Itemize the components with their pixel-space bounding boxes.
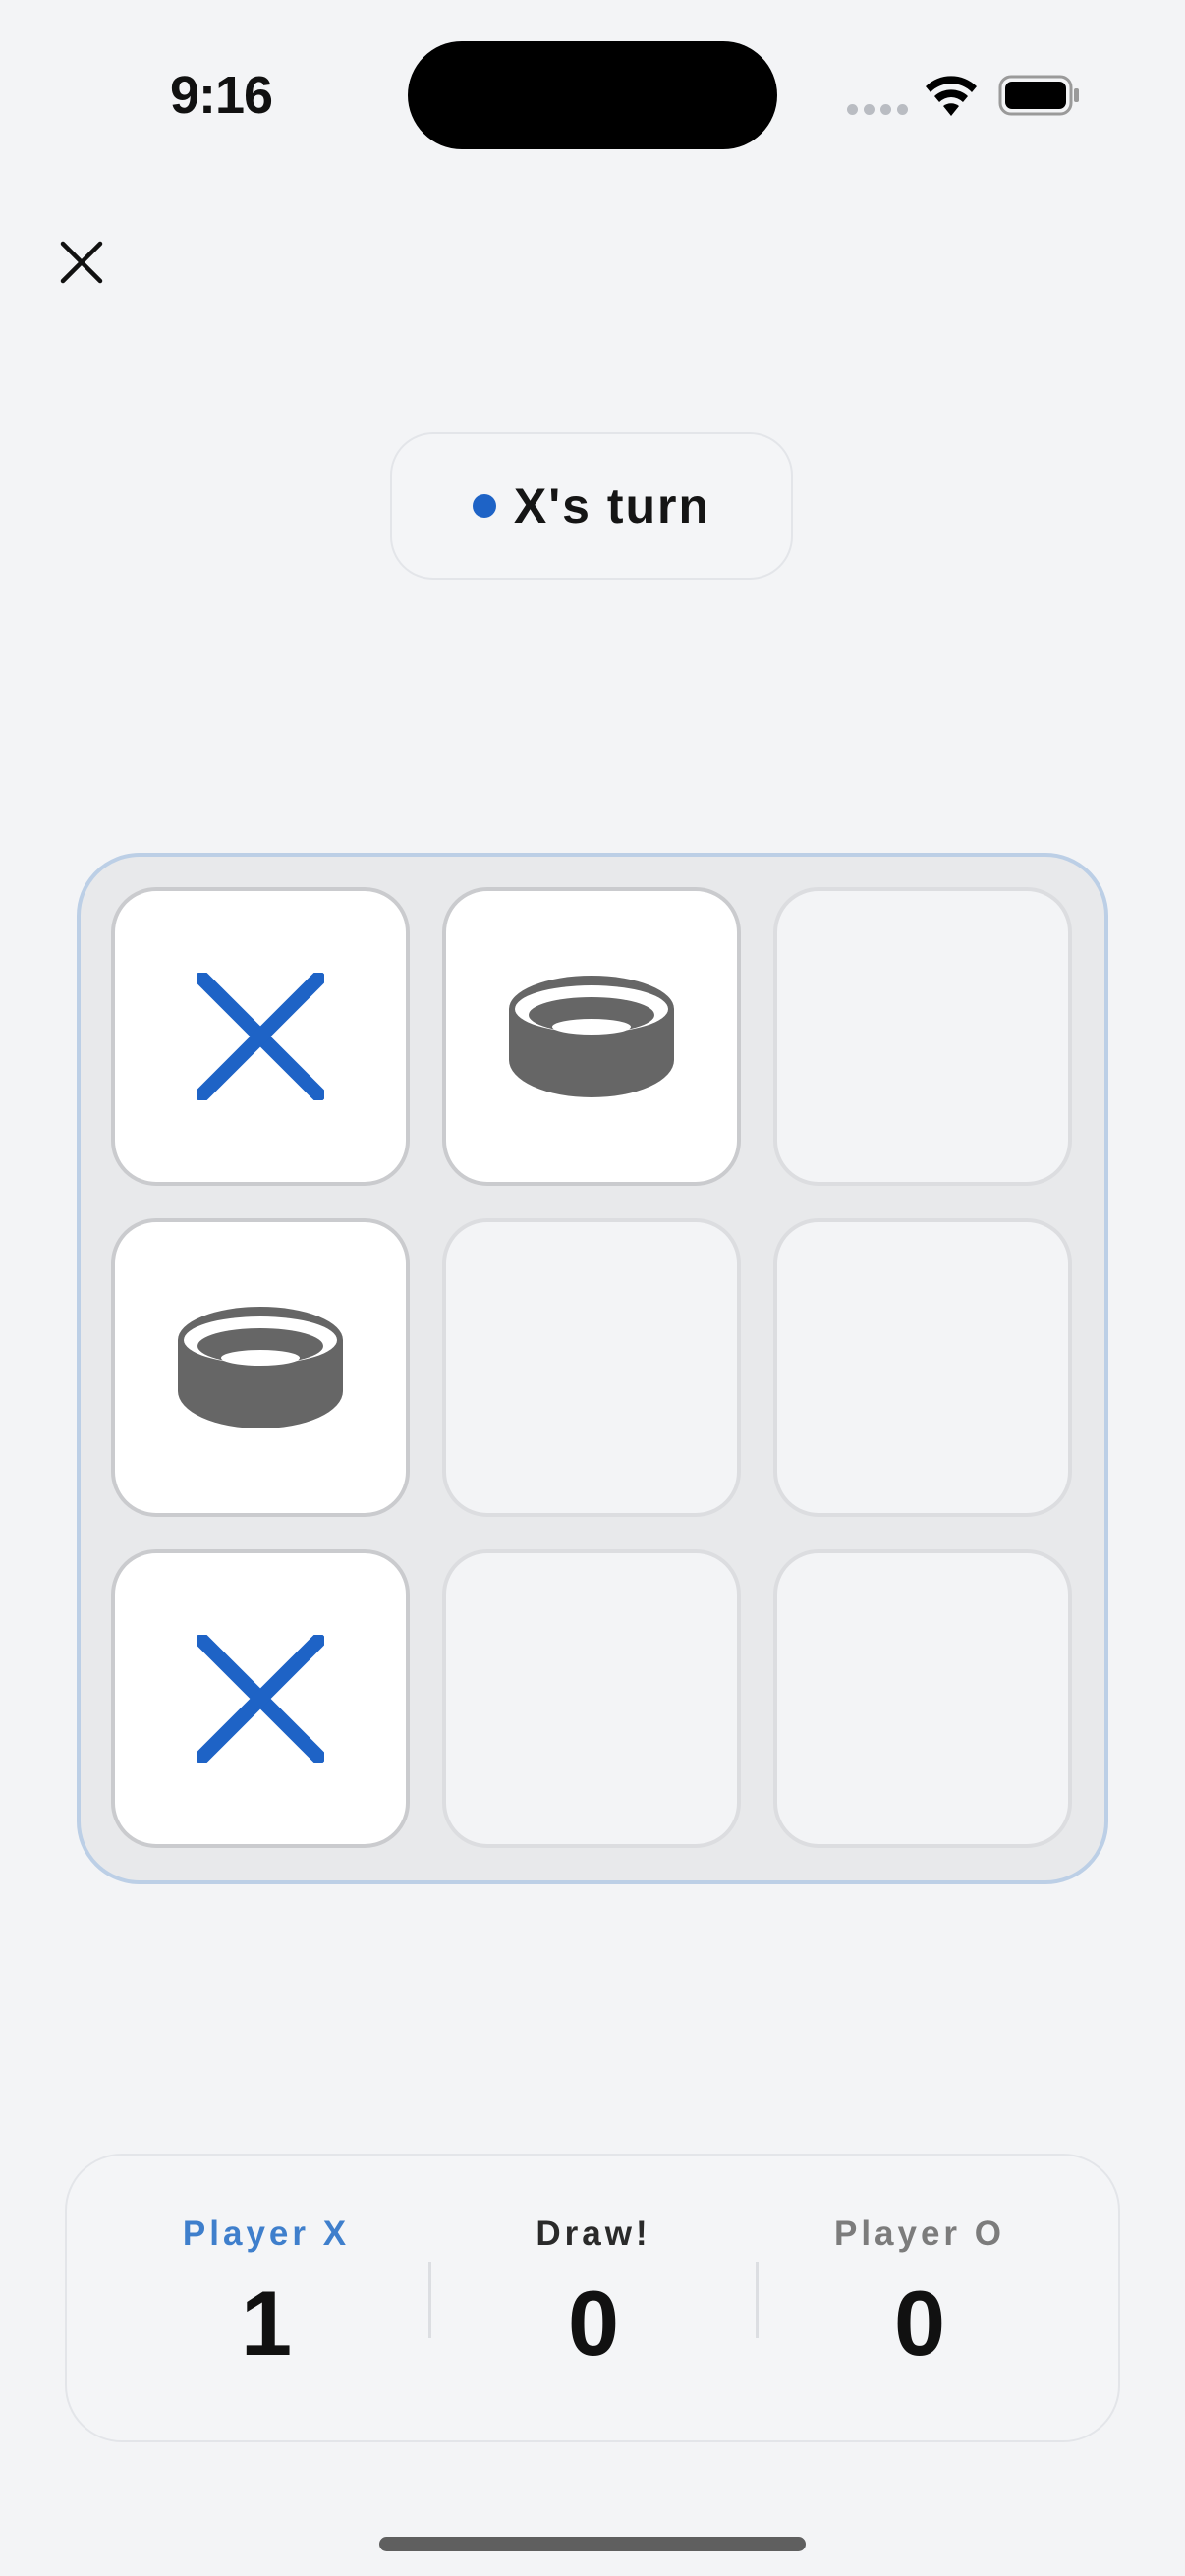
board-cell-1[interactable] <box>111 887 410 1186</box>
player-o-score: 0 <box>893 2271 946 2375</box>
board-cell-2[interactable] <box>442 887 741 1186</box>
board-cell-9[interactable] <box>773 1549 1072 1848</box>
cellular-signal-icon <box>847 102 908 116</box>
dynamic-island <box>408 41 777 149</box>
score-player-o: Player O 0 <box>772 2214 1067 2378</box>
score-draw: Draw! 0 <box>446 2214 741 2378</box>
status-time: 9:16 <box>169 66 273 125</box>
turn-text: X's turn <box>513 478 711 533</box>
home-indicator <box>379 2537 806 2551</box>
draw-label: Draw! <box>536 2214 651 2253</box>
score-divider <box>756 2262 759 2338</box>
close-icon <box>60 241 103 284</box>
turn-indicator: X's turn <box>390 432 793 580</box>
score-player-x: Player X 1 <box>119 2214 414 2378</box>
board-cell-7[interactable] <box>111 1549 410 1848</box>
player-x-label: Player X <box>182 2214 351 2253</box>
score-panel: Player X 1 Draw! 0 Player O 0 <box>65 2154 1120 2442</box>
o-mark-icon <box>509 976 674 1097</box>
draw-score: 0 <box>567 2271 620 2375</box>
wifi-icon <box>924 73 979 116</box>
board-cell-4[interactable] <box>111 1218 410 1517</box>
player-x-score: 1 <box>240 2271 293 2375</box>
board-cell-6[interactable] <box>773 1218 1072 1517</box>
board-cell-8[interactable] <box>442 1549 741 1848</box>
turn-dot <box>472 494 496 518</box>
player-o-label: Player O <box>833 2214 1006 2253</box>
o-mark-icon <box>178 1307 343 1428</box>
board-cell-3[interactable] <box>773 887 1072 1186</box>
board-cell-5[interactable] <box>442 1218 741 1517</box>
score-divider <box>428 2262 431 2338</box>
x-mark-icon <box>197 973 324 1100</box>
close-button[interactable] <box>51 232 112 293</box>
battery-full-icon <box>998 75 1081 116</box>
game-board <box>77 853 1108 1884</box>
x-mark-icon <box>197 1635 324 1763</box>
